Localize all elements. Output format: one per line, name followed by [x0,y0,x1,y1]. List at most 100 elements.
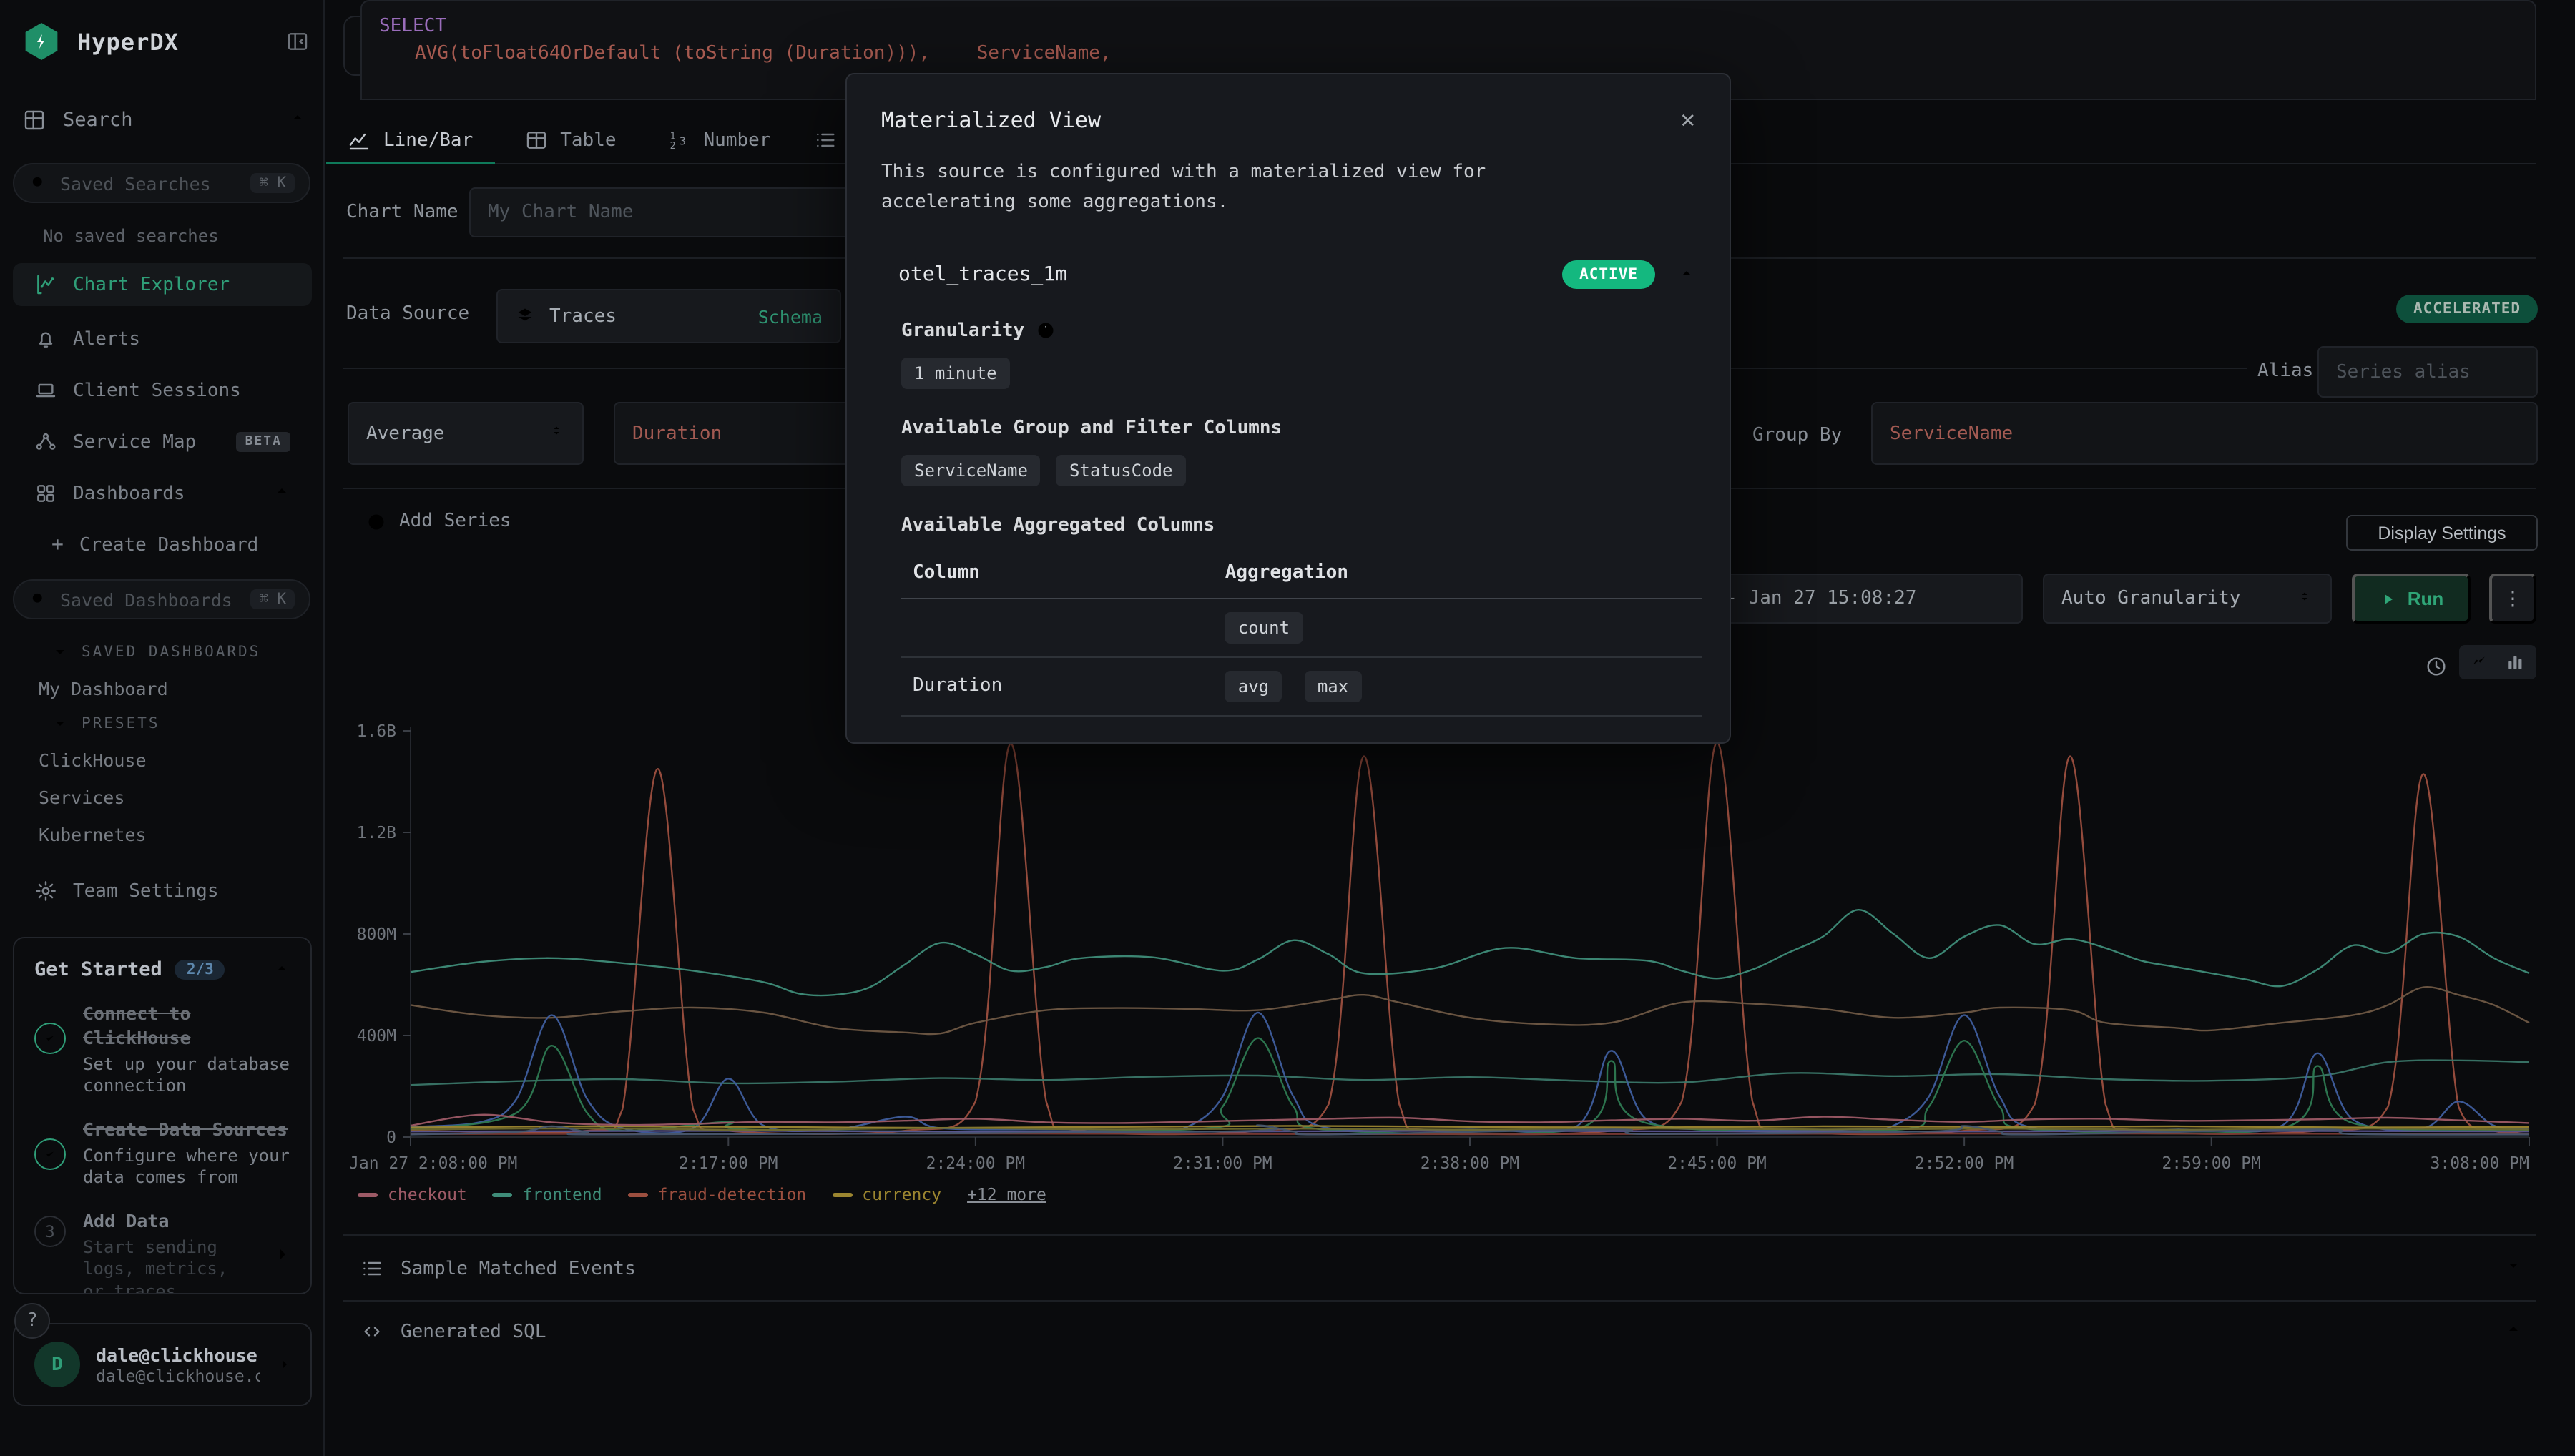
search-icon [29,173,49,193]
run-button[interactable]: Run [2352,574,2471,624]
data-source-select[interactable]: Traces Schema [496,289,841,343]
display-settings-button[interactable]: Display Settings [2346,515,2538,551]
chevron-down-icon [2505,1257,2522,1280]
svg-text:2:52:00 PM: 2:52:00 PM [1915,1154,2014,1173]
close-icon[interactable]: ✕ [1681,106,1696,134]
legend-item[interactable]: frontend [493,1184,602,1204]
time-series-chart[interactable]: 0400M800M1.2B1.6BJan 27 2:08:00 PM2:17:0… [346,709,2538,1181]
sidebar-item-alerts[interactable]: Alerts [13,318,312,360]
svg-text:1.6B: 1.6B [357,722,396,741]
column-chip-servicename: ServiceName [901,454,1041,486]
group-saved-dashboards[interactable]: SAVED DASHBOARDS [52,644,260,661]
step-number: 3 [34,1216,66,1247]
granularity-select[interactable]: Auto Granularity [2043,574,2332,624]
dashboard-link-my-dashboard[interactable]: My Dashboard [39,678,168,699]
svg-text:1.2B: 1.2B [357,824,396,842]
svg-text:2:38:00 PM: 2:38:00 PM [1421,1154,1519,1173]
svg-text:2:17:00 PM: 2:17:00 PM [679,1154,778,1173]
chevron-right-icon [276,1351,293,1378]
legend-item[interactable]: fraud-detection [628,1184,807,1204]
no-saved-searches-text: No saved searches [43,226,219,246]
preset-link-services[interactable]: Services [39,787,124,808]
column-chip-statuscode: StatusCode [1056,454,1186,486]
app-title: HyperDX [77,28,269,55]
list-icon [813,129,836,152]
svg-text:400M: 400M [357,1027,396,1046]
tab-events-partial[interactable] [813,117,836,163]
add-series-button[interactable]: Add Series [366,511,511,532]
legend-more-link[interactable]: +12 more [967,1184,1046,1204]
group-by-input[interactable] [1871,402,2538,465]
sidebar-section-search[interactable]: Search [23,109,306,132]
preset-link-kubernetes[interactable]: Kubernetes [39,824,147,845]
line-view-icon[interactable] [2471,652,2491,672]
group-filter-heading: Available Group and Filter Columns [901,417,1282,438]
info-icon[interactable] [1036,320,1056,340]
laptop-icon [34,379,57,402]
create-dashboard-button[interactable]: + Create Dashboard [13,523,312,566]
sidebar-item-service-map[interactable]: Service Map BETA [13,420,312,463]
check-circle-icon [34,1023,66,1054]
tab-line-bar[interactable]: Line/Bar [348,117,473,163]
svg-text:Jan 27 2:08:00 PM: Jan 27 2:08:00 PM [349,1154,517,1173]
sidebar-collapse-icon[interactable] [286,30,309,53]
chart-line-icon [34,273,57,296]
tab-number[interactable]: 123 Number [668,117,771,163]
bar-view-icon[interactable] [2505,652,2525,672]
materialized-view-modal: Materialized View ✕ This source is confi… [845,73,1731,744]
table-grid-icon [23,109,46,132]
legend-swatch [628,1192,648,1196]
more-options-button[interactable]: ⋮ [2489,574,2536,624]
circle-plus-icon [366,511,386,531]
search-icon [29,589,49,609]
get-started-step-1[interactable]: Connect to ClickHouse Set up your databa… [34,1003,290,1098]
date-range-input[interactable]: 7 - Jan 27 15:08:27 [1685,574,2023,624]
code-icon [360,1320,383,1343]
plus-icon: + [52,533,64,556]
group-presets[interactable]: PRESETS [52,715,160,732]
granularity-chip: 1 minute [901,357,1010,388]
group-by-label: Group By [1752,425,1842,446]
help-button[interactable]: ? [14,1303,50,1339]
bell-icon [34,328,57,350]
svg-text:2:31:00 PM: 2:31:00 PM [1173,1154,1272,1173]
data-source-label: Data Source [346,303,469,325]
series-alias-input[interactable] [2318,346,2538,398]
number-icon: 123 [668,129,691,152]
sidebar-item-dashboards[interactable]: Dashboards [13,472,312,515]
chart-name-label: Chart Name [346,202,458,223]
sample-events-panel-header[interactable]: Sample Matched Events [343,1240,2536,1297]
chevron-up-icon[interactable] [273,955,290,983]
get-started-progress-badge: 2/3 [175,959,225,979]
user-menu[interactable]: D dale@clickhouse.… dale@clickhouse.c… [13,1323,312,1406]
time-icon[interactable] [2425,655,2448,678]
sidebar-item-client-sessions[interactable]: Client Sessions [13,369,312,412]
chevron-down-icon [52,715,69,732]
generated-sql-panel-header[interactable]: Generated SQL [343,1303,2536,1360]
chevron-down-icon [52,644,69,661]
saved-searches-input[interactable]: Saved Searches ⌘ K [13,163,310,203]
legend-item[interactable]: +12 more [967,1184,1046,1204]
sidebar-item-chart-explorer[interactable]: Chart Explorer [13,263,312,306]
legend-item[interactable]: checkout [358,1184,467,1204]
get-started-step-3[interactable]: 3 Add Data Start sending logs, metrics, … [34,1210,290,1294]
saved-dashboards-input[interactable]: Saved Dashboards ⌘ K [13,579,310,619]
kbd-shortcut: ⌘ K [250,173,295,193]
aggregation-select[interactable]: Average [348,402,584,465]
svg-text:800M: 800M [357,925,396,944]
svg-text:2: 2 [670,141,675,152]
agg-chip-count: count [1225,611,1303,643]
preset-link-clickhouse[interactable]: ClickHouse [39,749,147,771]
table-row: Duration avg max [901,656,1702,715]
get-started-step-2[interactable]: Create Data Sources Configure where your… [34,1118,290,1190]
legend-item[interactable]: currency [832,1184,941,1204]
service-map-icon [34,431,57,453]
schema-link[interactable]: Schema [758,305,823,327]
list-icon [360,1257,383,1280]
sidebar-item-team-settings[interactable]: Team Settings [13,870,312,913]
tab-table[interactable]: Table [524,117,616,163]
agg-chip-avg: avg [1225,670,1282,702]
materialized-view-row[interactable]: otel_traces_1m ACTIVE [881,260,1695,288]
sql-line-1: SELECT [379,13,2535,40]
avatar: D [34,1342,80,1387]
